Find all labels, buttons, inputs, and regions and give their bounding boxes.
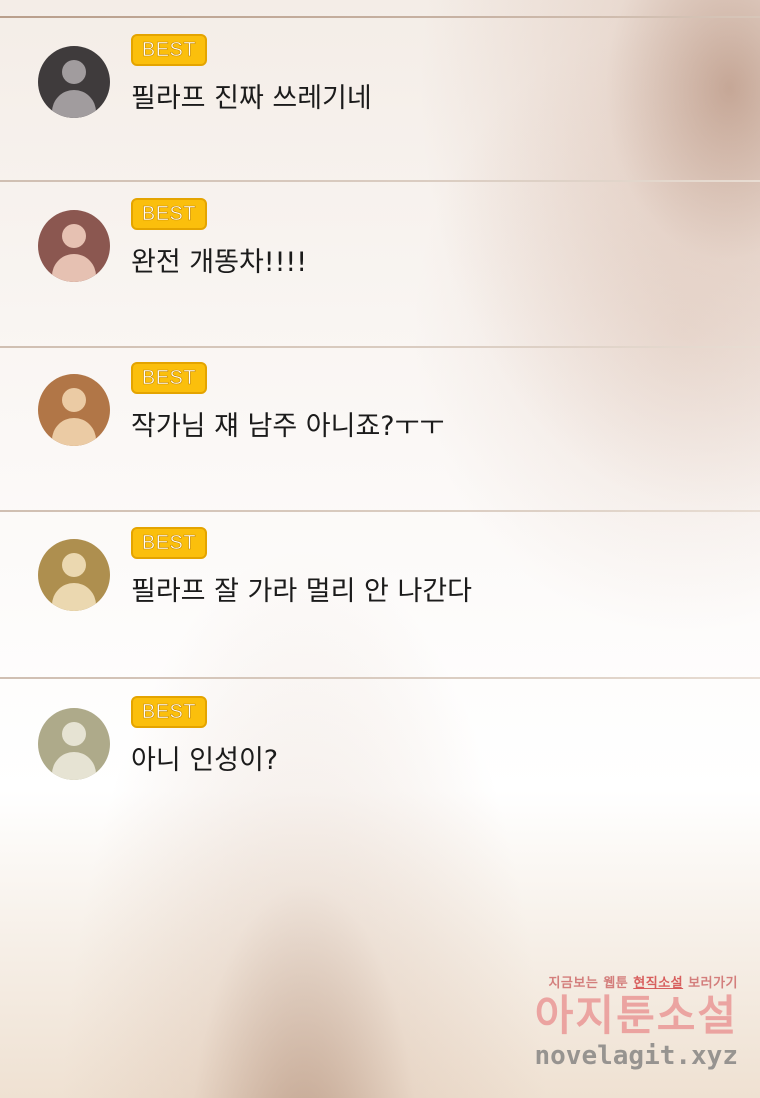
comment-text: 작가님 쟤 남주 아니죠?ㅜㅜ xyxy=(131,411,445,442)
watermark-tagline-highlight: 현직소설 xyxy=(633,976,684,991)
watermark-tagline-suffix: 보러가기 xyxy=(688,976,738,991)
best-badge: BEST xyxy=(131,527,207,559)
comment-item: BEST 작가님 쟤 남주 아니죠?ㅜㅜ xyxy=(0,346,760,512)
comment-text: 필라프 진짜 쓰레기네 xyxy=(131,83,372,114)
avatar-head xyxy=(62,722,86,746)
avatar-head xyxy=(62,553,86,577)
comment-text: 필라프 잘 가라 멀리 안 나간다 xyxy=(131,576,472,607)
best-badge: BEST xyxy=(131,362,207,394)
best-badge-label: BEST xyxy=(141,202,197,225)
avatar[interactable] xyxy=(38,708,110,780)
best-badge-label: BEST xyxy=(141,38,197,61)
avatar-head xyxy=(62,224,86,248)
avatar-shoulders xyxy=(52,90,96,118)
best-badge: BEST xyxy=(131,34,207,66)
watermark-tagline: 지금보는 웹툰 현직소설 보러가기 xyxy=(506,972,738,991)
avatar[interactable] xyxy=(38,539,110,611)
avatar[interactable] xyxy=(38,210,110,282)
best-badge-label: BEST xyxy=(141,366,197,389)
avatar[interactable] xyxy=(38,374,110,446)
comment-item: BEST 완전 개똥차!!!! xyxy=(0,182,760,348)
comment-item: BEST 필라프 잘 가라 멀리 안 나간다 xyxy=(0,511,760,679)
best-badge: BEST xyxy=(131,198,207,230)
avatar-head xyxy=(62,60,86,84)
avatar-head xyxy=(62,388,86,412)
best-badge: BEST xyxy=(131,696,207,728)
avatar[interactable] xyxy=(38,46,110,118)
best-badge-label: BEST xyxy=(141,531,197,554)
watermark-tagline-prefix: 지금보는 웹툰 xyxy=(548,976,629,991)
watermark-title: 아지툰소설 xyxy=(534,991,738,1040)
watermark: 지금보는 웹툰 현직소설 보러가기 아지툰소설 novelagit.xyz xyxy=(506,972,739,1071)
comment-item: BEST 아니 인성이? xyxy=(0,680,760,846)
comment-item: BEST 필라프 진짜 쓰레기네 xyxy=(0,18,760,182)
avatar-shoulders xyxy=(52,254,96,282)
best-badge-label: BEST xyxy=(141,700,197,723)
avatar-shoulders xyxy=(52,752,96,780)
avatar-shoulders xyxy=(52,583,96,611)
comment-text: 완전 개똥차!!!! xyxy=(131,247,308,278)
comment-divider xyxy=(0,677,760,679)
watermark-url: novelagit.xyz xyxy=(534,1041,739,1071)
comment-text: 아니 인성이? xyxy=(131,745,279,776)
avatar-shoulders xyxy=(52,418,96,446)
